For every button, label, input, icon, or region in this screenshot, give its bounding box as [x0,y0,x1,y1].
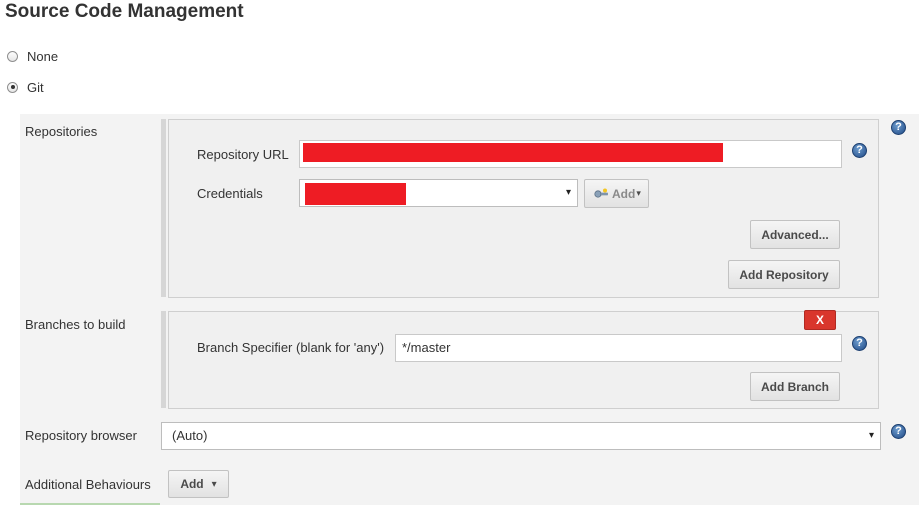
caret-down-icon: ▾ [211,478,217,490]
add-credentials-button[interactable]: Add ▾ [584,179,649,208]
branches-label: Branches to build [25,317,126,332]
repositories-help-icon[interactable]: ? [891,120,906,135]
add-behaviour-button[interactable]: Add ▾ [168,470,229,498]
key-icon [594,188,608,198]
scm-option-git[interactable]: Git [7,77,44,97]
repository-browser-value: (Auto) [172,428,208,443]
repositories-panel-bar [161,119,166,297]
repository-browser-label: Repository browser [25,428,137,443]
radio-git[interactable] [7,81,18,93]
page-title: Source Code Management [5,1,244,22]
branch-specifier-label: Branch Specifier (blank for 'any') [197,340,385,355]
repository-browser-help-icon[interactable]: ? [891,424,906,439]
additional-behaviours-label: Additional Behaviours [25,477,151,492]
branches-panel-bar [161,311,166,408]
advanced-button[interactable]: Advanced... [750,220,840,249]
branch-specifier-input[interactable]: */master [395,334,842,362]
redacted-credentials [305,183,406,205]
redacted-url [303,143,723,162]
repository-url-label: Repository URL [197,147,289,162]
credentials-label: Credentials [197,186,263,201]
scm-option-none[interactable]: None [7,46,58,66]
caret-down-icon: ▾ [636,188,641,198]
repositories-label: Repositories [25,124,98,139]
chevron-down-icon: ▾ [565,187,571,198]
add-branch-button[interactable]: Add Branch [750,372,840,401]
delete-branch-button[interactable]: X [804,310,836,330]
scm-option-label: None [27,48,59,64]
add-repository-button[interactable]: Add Repository [728,260,840,289]
add-behaviour-label: Add [180,477,204,491]
add-credentials-label: Add [612,186,636,201]
branch-specifier-help-icon[interactable]: ? [852,336,867,351]
repository-url-help-icon[interactable]: ? [852,143,867,158]
scm-option-label: Git [27,79,44,95]
chevron-down-icon: ▾ [868,430,874,441]
repository-browser-select[interactable]: (Auto) ▾ [161,422,881,450]
radio-none[interactable] [7,50,18,62]
